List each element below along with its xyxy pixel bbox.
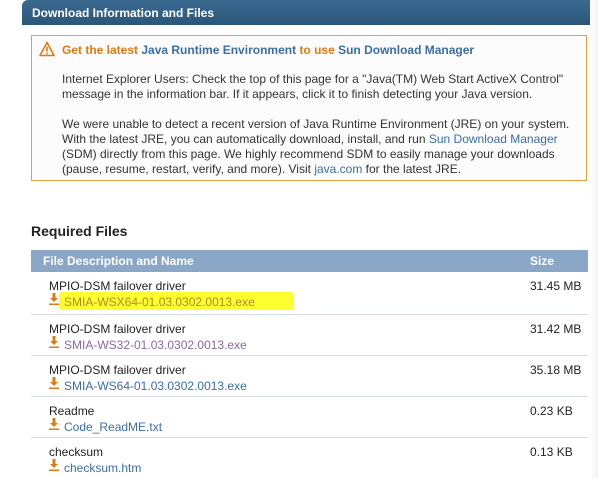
file-download-link[interactable]: SMIA-WS64-01.03.0302.0013.exe: [64, 379, 247, 393]
jre-message-text-c: for the latest JRE.: [362, 162, 462, 176]
jre-link[interactable]: Java Runtime Environment: [141, 43, 296, 57]
file-download-link[interactable]: SMIA-WS32-01.03.0302.0013.exe: [64, 338, 247, 352]
file-description: checksum: [49, 445, 104, 459]
sdm-title-link[interactable]: Sun Download Manager: [338, 43, 474, 57]
file-size: 31.45 MB: [530, 279, 582, 293]
table-row: Readme Code_ReadME.txt 0.23 KB: [31, 397, 588, 438]
download-arrow-icon: [49, 418, 59, 430]
file-description: MPIO-DSM failover driver: [49, 363, 186, 377]
file-size: 0.23 KB: [530, 404, 573, 418]
file-size: 31.42 MB: [530, 322, 582, 336]
file-description: MPIO-DSM failover driver: [49, 322, 186, 336]
table-row: MPIO-DSM failover driver SMIA-WSX64-01.0…: [31, 272, 588, 315]
java-com-link[interactable]: java.com: [314, 162, 362, 176]
table-row: checksum checksum.htm 0.13 KB: [31, 438, 588, 478]
section-header: Download Information and Files: [22, 0, 598, 25]
file-size: 0.13 KB: [530, 445, 573, 459]
jre-message-text-b: (SDM) directly from this page. We highly…: [62, 147, 555, 176]
column-header-size: Size: [530, 254, 555, 268]
jre-detection-message: We were unable to detect a recent versio…: [62, 117, 582, 177]
section-header-title: Download Information and Files: [32, 6, 215, 20]
download-arrow-icon: [49, 293, 59, 305]
table-header: File Description and Name Size: [31, 250, 588, 272]
required-files-table: File Description and Name Size MPIO-DSM …: [31, 250, 588, 478]
download-arrow-icon: [49, 377, 59, 389]
java-notice-box: Get the latest Java Runtime Environment …: [31, 35, 587, 181]
file-download-link[interactable]: checksum.htm: [64, 461, 141, 475]
table-row: MPIO-DSM failover driver SMIA-WS32-01.03…: [31, 315, 588, 356]
notice-title: Get the latest Java Runtime Environment …: [62, 43, 474, 57]
notice-title-text-2: to use: [296, 43, 339, 57]
notice-title-text: Get the latest: [62, 43, 142, 57]
file-download-link[interactable]: SMIA-WSX64-01.03.0302.0013.exe: [64, 295, 255, 309]
ie-users-message: Internet Explorer Users: Check the top o…: [62, 72, 564, 101]
download-arrow-icon: [49, 459, 59, 471]
required-files-title: Required Files: [31, 223, 128, 239]
file-description: MPIO-DSM failover driver: [49, 279, 186, 293]
table-row: MPIO-DSM failover driver SMIA-WS64-01.03…: [31, 356, 588, 397]
file-size: 35.18 MB: [530, 363, 582, 377]
page-edge-shadow: [590, 0, 598, 478]
warning-triangle-icon: [39, 41, 55, 57]
file-description: Readme: [49, 404, 95, 418]
column-header-name: File Description and Name: [43, 254, 194, 268]
file-download-link[interactable]: Code_ReadME.txt: [64, 420, 162, 434]
download-arrow-icon: [49, 336, 59, 348]
sdm-link[interactable]: Sun Download Manager: [429, 132, 558, 146]
